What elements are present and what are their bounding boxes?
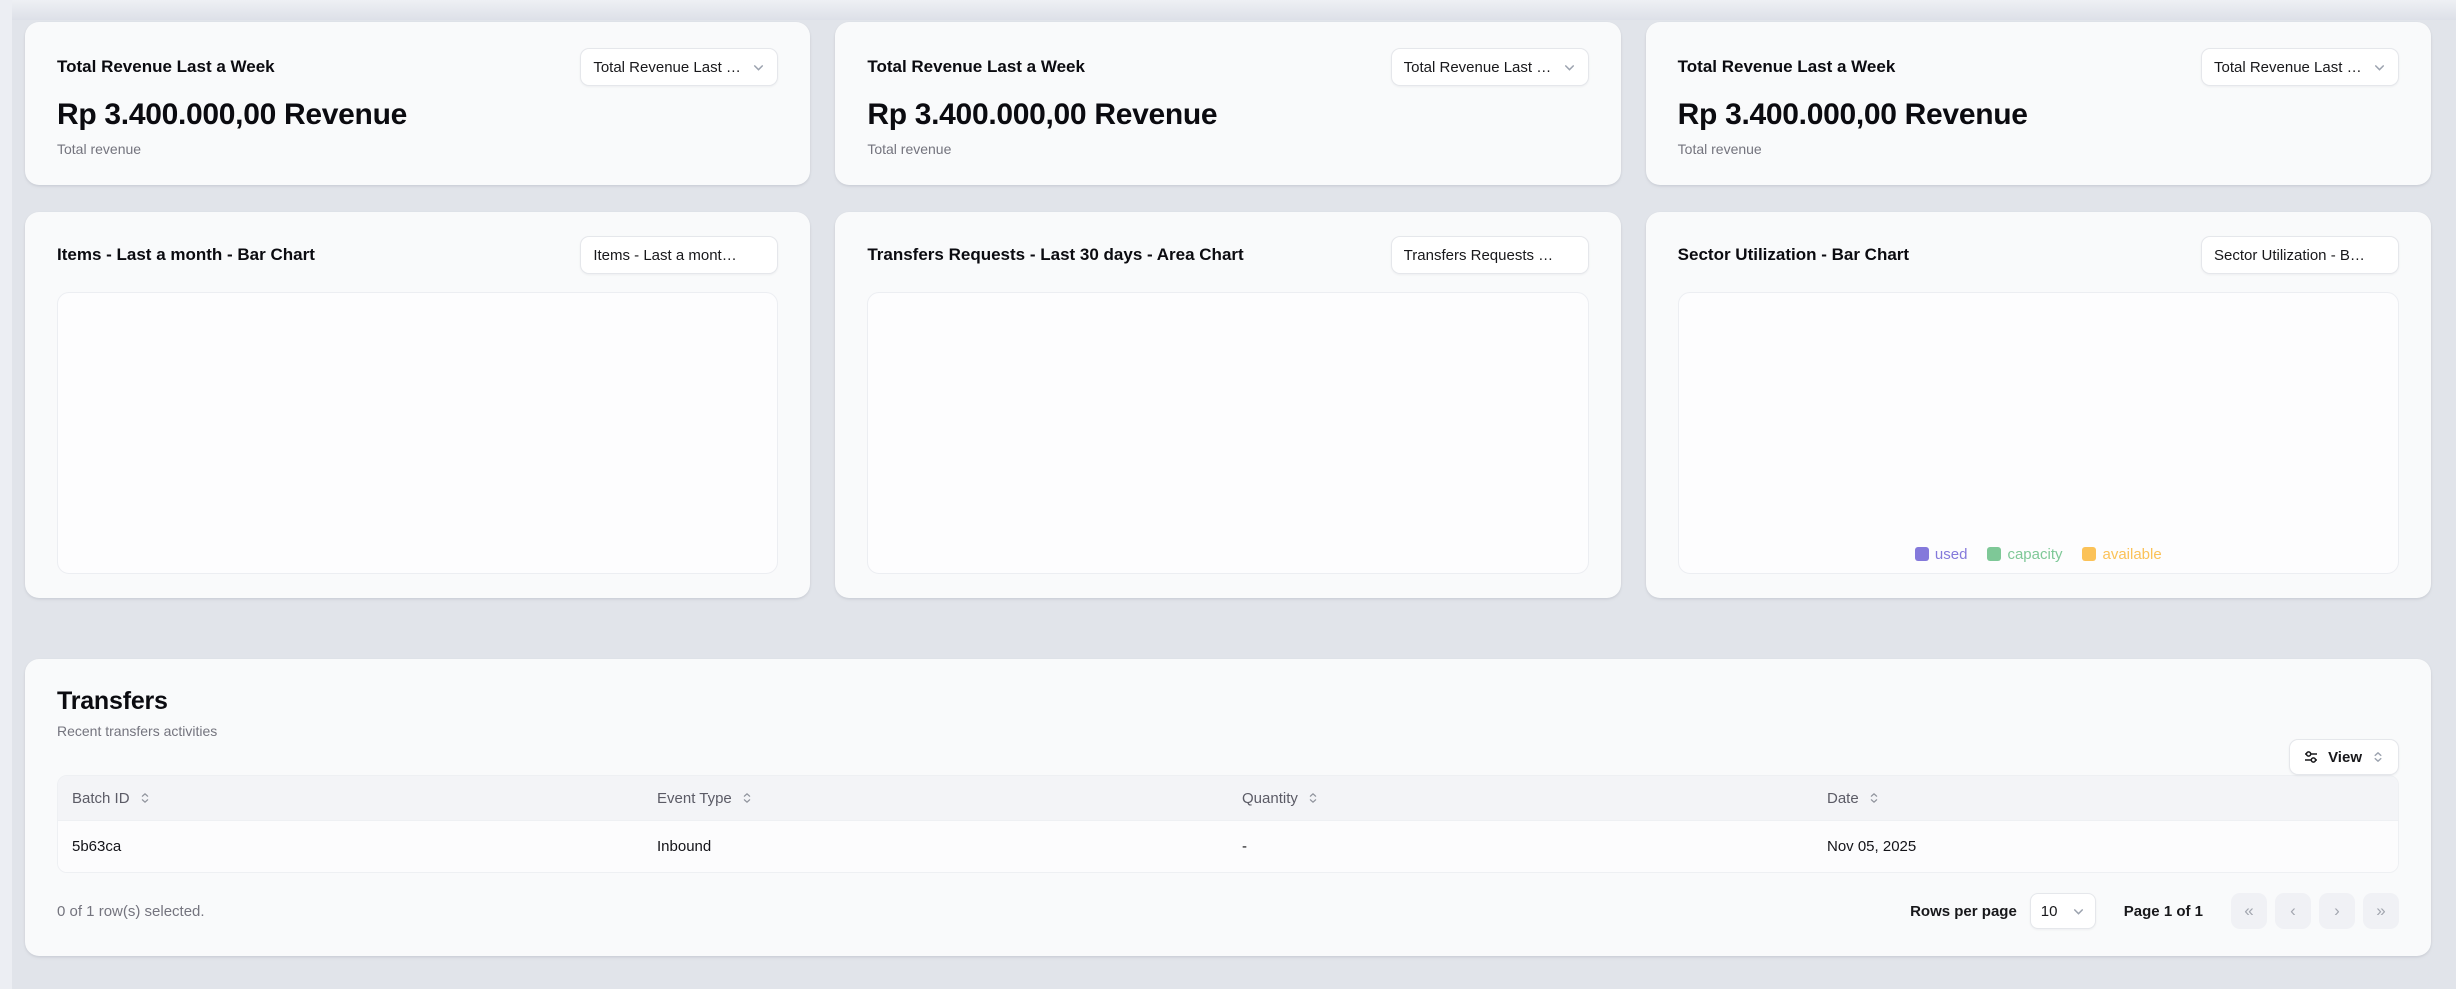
dropdown-label: Transfers Requests -... xyxy=(1404,247,1555,264)
stat-card-value: Rp 3.400.000,00 Revenue xyxy=(1678,98,2399,132)
chevron-down-icon xyxy=(2373,61,2386,74)
column-header-quantity[interactable]: Quantity xyxy=(1228,790,1813,807)
rows-per-page-select[interactable]: 10 xyxy=(2030,893,2096,929)
grouped_bar-chart[interactable] xyxy=(1688,308,2388,544)
chart-panel xyxy=(867,292,1588,574)
svg-text:12000: 12000 xyxy=(2381,253,2386,262)
column-header-event-type[interactable]: Event Type xyxy=(643,790,1228,807)
stat-card-2: Total Revenue Last a Week Total Revenue L… xyxy=(1646,22,2431,185)
sort-icon xyxy=(740,791,754,805)
table-cell: 5b63ca xyxy=(58,838,643,855)
chart-panel: used capacity available xyxy=(1678,292,2399,574)
chart-metric-dropdown[interactable]: Items - Last a month -.. 00.250.50.751Oct… xyxy=(580,236,778,274)
chart-card-0: Items - Last a month - Bar Chart Items - … xyxy=(25,212,810,598)
chart-metric-dropdown[interactable]: Transfers Requests -... 00.511.52Oct 21Oc… xyxy=(1391,236,1589,274)
page-info: Page 1 of 1 xyxy=(2124,903,2203,920)
transfers-table: Batch IDEvent TypeQuantityDate 5b63caInb… xyxy=(57,775,2399,873)
transfers-title: Transfers xyxy=(57,687,2399,716)
dropdown-label: Total Revenue Last a... xyxy=(1404,59,1555,76)
stat-card-subtitle: Total revenue xyxy=(57,141,778,157)
view-button[interactable]: View xyxy=(2289,739,2399,775)
table-cell: Inbound xyxy=(643,838,1228,855)
rows-per-page-value: 10 xyxy=(2041,903,2058,920)
legend-swatch xyxy=(1987,547,2001,561)
column-header-batch-id[interactable]: Batch ID xyxy=(58,790,643,807)
bar-chart[interactable] xyxy=(68,303,768,567)
sort-icon xyxy=(138,791,152,805)
dropdown-label: Total Revenue Last a... xyxy=(593,59,744,76)
stat-card-title: Total Revenue Last a Week xyxy=(57,48,275,77)
stat-card-0: Total Revenue Last a Week Total Revenue L… xyxy=(25,22,810,185)
stat-card-value: Rp 3.400.000,00 Revenue xyxy=(57,98,778,132)
legend-swatch xyxy=(1915,547,1929,561)
chart-card-2: Sector Utilization - Bar Chart Sector Uti… xyxy=(1646,212,2431,598)
area-chart[interactable] xyxy=(878,303,1578,567)
sort-icon xyxy=(1306,791,1320,805)
dropdown-label: Sector Utilization - Ba... xyxy=(2214,247,2365,264)
chart-card-title: Sector Utilization - Bar Chart xyxy=(1678,245,1909,265)
transfers-card: Transfers Recent transfers activities Vi… xyxy=(25,659,2431,956)
stat-cards-row: Total Revenue Last a Week Total Revenue L… xyxy=(25,22,2431,185)
dropdown-label: Items - Last a month -.. xyxy=(593,247,744,264)
legend-swatch xyxy=(2082,547,2096,561)
previous-page-button[interactable]: ‹ xyxy=(2275,893,2311,929)
chevron-down-icon xyxy=(752,61,765,74)
first-page-button[interactable]: « xyxy=(2231,893,2267,929)
svg-text:1.5: 1.5 xyxy=(1574,249,1575,259)
view-button-label: View xyxy=(2328,749,2362,766)
next-page-button[interactable]: › xyxy=(2319,893,2355,929)
dashboard-main: Total Revenue Last a Week Total Revenue L… xyxy=(25,22,2431,956)
stat-card-subtitle: Total revenue xyxy=(867,141,1588,157)
column-header-date[interactable]: Date xyxy=(1813,790,2398,807)
chart-card-1: Transfers Requests - Last 30 days - Area… xyxy=(835,212,1620,598)
sort-icon xyxy=(1867,791,1881,805)
chevron-down-icon: 00.511.52Oct 21Oct 24Oct 27Oct 30Nov 2No… xyxy=(1563,249,1576,262)
chevron-down-icon: 00.250.50.751Oct 21Oct 24Oct 27Oct 30Nov… xyxy=(752,249,765,262)
stat-metric-dropdown[interactable]: Total Revenue Last a... xyxy=(580,48,778,86)
legend-item-used: used xyxy=(1915,546,1968,563)
page-left-strip xyxy=(0,0,12,989)
chart-card-title: Transfers Requests - Last 30 days - Area… xyxy=(867,245,1243,265)
transfers-subtitle: Recent transfers activities xyxy=(57,723,2399,739)
chart-metric-dropdown[interactable]: Sector Utilization - Ba... 03000600090001… xyxy=(2201,236,2399,274)
chevron-down-icon xyxy=(2072,905,2085,918)
stat-metric-dropdown[interactable]: Total Revenue Last a... xyxy=(1391,48,1589,86)
stat-card-subtitle: Total revenue xyxy=(1678,141,2399,157)
chart-cards-row: Items - Last a month - Bar Chart Items - … xyxy=(25,212,2431,598)
chart-legend: used capacity available xyxy=(1915,546,2162,563)
table-cell: Nov 05, 2025 xyxy=(1813,838,2398,855)
stat-card-title: Total Revenue Last a Week xyxy=(867,48,1085,77)
svg-text:0.75: 0.75 xyxy=(764,249,765,259)
chevrons-up-down-icon xyxy=(2371,750,2385,764)
table-cell: - xyxy=(1228,838,1813,855)
stat-metric-dropdown[interactable]: Total Revenue Last a... xyxy=(2201,48,2399,86)
selected-rows-text: 0 of 1 row(s) selected. xyxy=(57,903,205,920)
legend-item-capacity: capacity xyxy=(1987,546,2062,563)
chart-card-title: Items - Last a month - Bar Chart xyxy=(57,245,315,265)
chart-panel xyxy=(57,292,778,574)
dropdown-label: Total Revenue Last a... xyxy=(2214,59,2365,76)
chevron-down-icon: 030006000900012000Gudang UtamaRB2RB1RA3R… xyxy=(2373,249,2386,262)
table-body: 5b63caInbound-Nov 05, 2025 xyxy=(58,820,2398,872)
stat-card-title: Total Revenue Last a Week xyxy=(1678,48,1896,77)
chevron-down-icon xyxy=(1563,61,1576,74)
stat-card-value: Rp 3.400.000,00 Revenue xyxy=(867,98,1588,132)
sliders-icon xyxy=(2303,749,2319,765)
table-header-row: Batch IDEvent TypeQuantityDate xyxy=(58,776,2398,820)
last-page-button[interactable]: » xyxy=(2363,893,2399,929)
table-footer: 0 of 1 row(s) selected. Rows per page 10… xyxy=(57,893,2399,929)
stat-card-1: Total Revenue Last a Week Total Revenue L… xyxy=(835,22,1620,185)
table-row[interactable]: 5b63caInbound-Nov 05, 2025 xyxy=(58,820,2398,872)
legend-item-available: available xyxy=(2082,546,2161,563)
page-top-band xyxy=(0,0,2456,20)
rows-per-page-label: Rows per page xyxy=(1910,903,2017,920)
